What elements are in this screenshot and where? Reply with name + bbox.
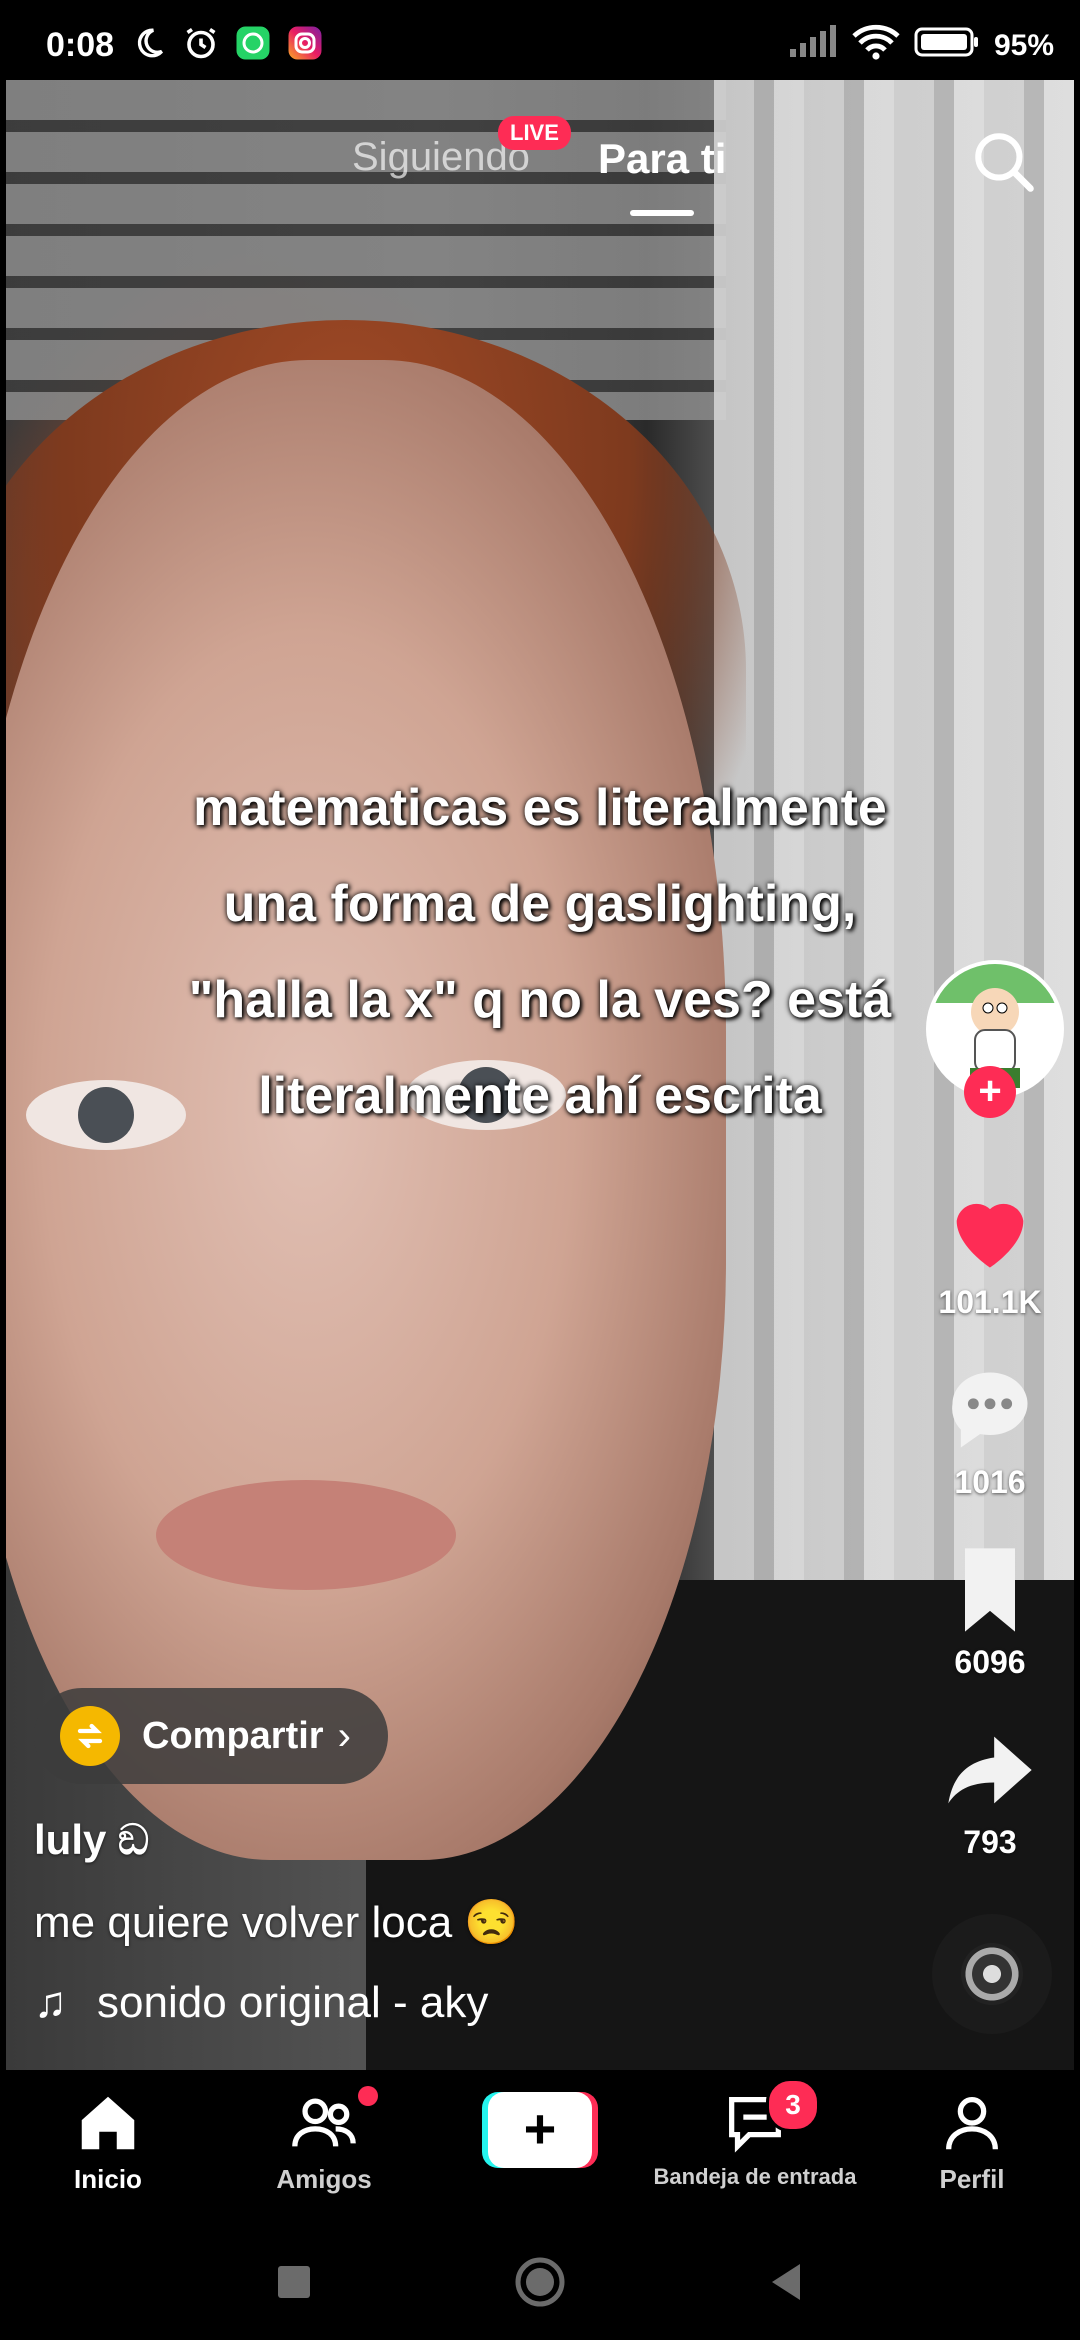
plus-icon: + <box>488 2092 592 2168</box>
status-time: 0:08 <box>46 26 115 64</box>
share-arrow-icon <box>940 1720 1040 1820</box>
signal-icon <box>788 25 838 67</box>
friends-notification-dot <box>358 2086 378 2106</box>
share-count: 793 <box>963 1824 1017 1860</box>
inbox-badge: 3 <box>766 2078 820 2132</box>
repost-icon <box>60 1706 120 1766</box>
system-nav-bar <box>0 2224 1080 2340</box>
search-icon[interactable] <box>970 128 1036 194</box>
instagram-icon <box>286 24 324 62</box>
active-tab-indicator <box>630 210 694 216</box>
battery-level: 95% <box>993 29 1054 62</box>
like-count: 101.1K <box>938 1284 1042 1320</box>
compartir-label: Compartir <box>142 1714 324 1757</box>
music-disc-icon[interactable] <box>932 1914 1052 2034</box>
home-icon <box>73 2088 143 2158</box>
alarm-icon <box>182 24 220 62</box>
nav-inbox-label: Bandeja de entrada <box>653 2164 857 2189</box>
like-button[interactable]: 101.1K <box>920 1180 1060 1321</box>
recents-icon[interactable] <box>266 2254 322 2310</box>
whatsapp-icon <box>234 24 272 62</box>
battery-icon <box>914 25 980 67</box>
share-button[interactable]: 793 <box>920 1720 1060 1861</box>
status-bar: 0:08 95% <box>0 0 1080 80</box>
tab-for-you[interactable]: Para ti <box>598 135 726 183</box>
comment-button[interactable]: 1016 <box>920 1360 1060 1501</box>
profile-icon <box>937 2088 1007 2158</box>
nav-home-label: Inicio <box>74 2164 142 2194</box>
follow-button[interactable]: + <box>964 1066 1016 1118</box>
back-icon[interactable] <box>758 2254 814 2310</box>
bookmark-icon <box>940 1540 1040 1640</box>
save-button[interactable]: 6096 <box>920 1540 1060 1681</box>
friends-icon <box>289 2088 359 2158</box>
chevron-right-icon: › <box>337 1713 351 1758</box>
wifi-icon <box>852 24 900 68</box>
video-text-overlay: matematicas es literalmente una forma de… <box>188 779 892 1125</box>
compartir-button[interactable]: Compartir › <box>34 1688 388 1784</box>
post-description: me quiere volver loca 😒 <box>34 1898 520 1947</box>
sound-link[interactable]: ♫ sonido original - aky <box>34 1978 534 2028</box>
live-badge[interactable]: LIVE <box>498 116 571 150</box>
creator-username[interactable]: luly ඞ <box>34 1816 149 1865</box>
nav-profile[interactable]: Perfil <box>872 2088 1072 2195</box>
music-note-icon: ♫ <box>34 1978 67 2027</box>
video-lips <box>156 1480 456 1590</box>
nav-home[interactable]: Inicio <box>8 2088 208 2195</box>
moon-icon <box>130 24 168 62</box>
nav-friends[interactable]: Amigos <box>224 2088 424 2195</box>
heart-icon <box>940 1180 1040 1280</box>
home-system-icon[interactable] <box>510 2254 570 2310</box>
comment-icon <box>940 1360 1040 1460</box>
nav-inbox[interactable]: Bandeja de entrada <box>630 2088 880 2190</box>
comment-count: 1016 <box>954 1464 1026 1500</box>
nav-friends-label: Amigos <box>276 2164 372 2194</box>
sound-name: sonido original - aky <box>97 1978 489 2027</box>
save-count: 6096 <box>954 1644 1026 1680</box>
create-button[interactable]: + <box>482 2092 598 2168</box>
nav-profile-label: Perfil <box>939 2164 1005 2194</box>
